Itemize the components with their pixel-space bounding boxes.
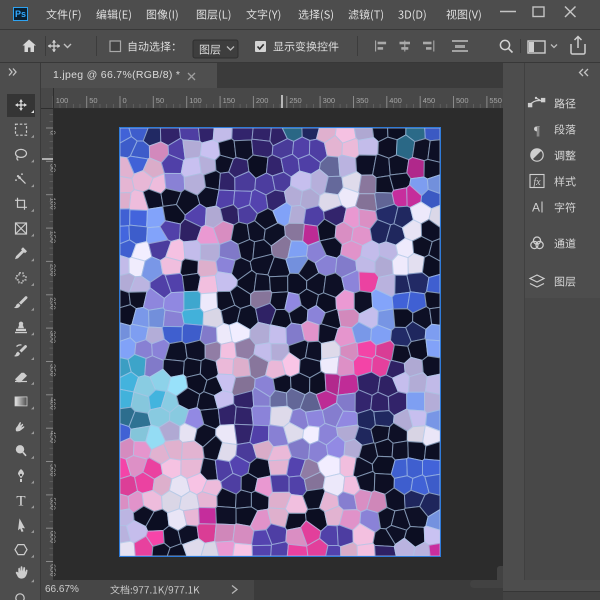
svg-text:200: 200 (256, 96, 269, 105)
svg-text:50: 50 (156, 96, 164, 105)
svg-text:A: A (532, 201, 540, 215)
svg-text:550: 550 (489, 96, 502, 105)
svg-text:150: 150 (223, 96, 236, 105)
svg-text:250: 250 (289, 96, 302, 105)
svg-text:fx: fx (533, 177, 541, 188)
svg-text:¶: ¶ (534, 123, 540, 138)
svg-text:50: 50 (89, 96, 97, 105)
svg-text:300: 300 (323, 96, 336, 105)
svg-text:0: 0 (123, 96, 127, 105)
svg-text:450: 450 (423, 96, 436, 105)
svg-text:500: 500 (456, 96, 469, 105)
svg-text:400: 400 (389, 96, 402, 105)
svg-text:100: 100 (189, 96, 202, 105)
svg-text:350: 350 (356, 96, 369, 105)
